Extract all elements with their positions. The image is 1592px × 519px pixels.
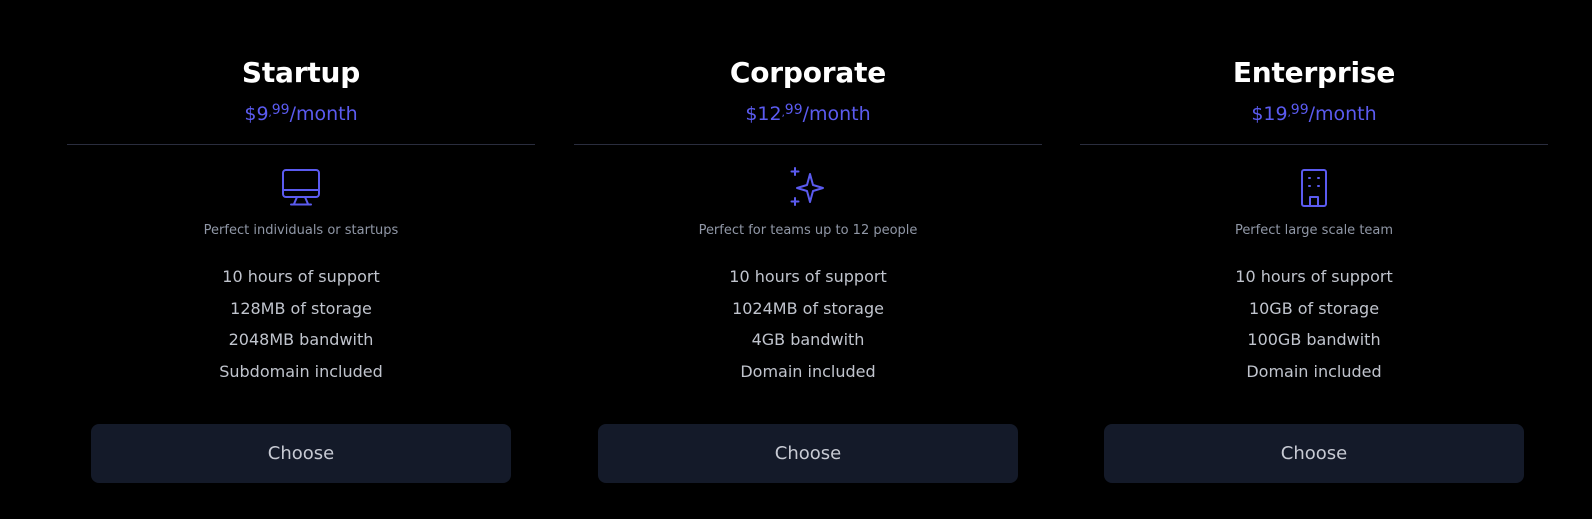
- price-currency: $: [1251, 103, 1264, 125]
- plan-card-startup: Startup $9,99/month Perfect individuals …: [67, 0, 535, 519]
- plan-name: Startup: [241, 56, 361, 89]
- feature-list: 10 hours of support 128MB of storage 204…: [67, 261, 535, 387]
- plan-divider: [1080, 144, 1548, 145]
- plan-name: Enterprise: [1232, 56, 1396, 89]
- feature-item: 10GB of storage: [1248, 298, 1380, 318]
- plan-card-corporate: Corporate $12,99/month Perfect for teams…: [574, 0, 1042, 519]
- feature-item: 2048MB bandwith: [228, 330, 374, 349]
- feature-item: 4GB bandwith: [751, 330, 865, 349]
- monitor-icon: [280, 166, 322, 208]
- plan-divider: [574, 144, 1042, 145]
- plan-card-enterprise: Enterprise $19,99/month Perfect large sc…: [1080, 0, 1548, 519]
- feature-item: 10 hours of support: [222, 267, 380, 286]
- feature-item: Subdomain included: [219, 361, 383, 381]
- price-period: /month: [1308, 103, 1377, 125]
- choose-startup-button[interactable]: Choose: [91, 424, 511, 483]
- plan-description: Perfect large scale team: [1234, 223, 1394, 238]
- plan-price: $9,99/month: [67, 96, 535, 128]
- feature-item: 1024MB of storage: [732, 298, 884, 318]
- price-dollars: 19: [1263, 103, 1288, 125]
- price-dollars: 9: [256, 103, 269, 125]
- choose-enterprise-button[interactable]: Choose: [1104, 424, 1524, 483]
- price-currency: $: [745, 103, 758, 125]
- feature-item: 10 hours of support: [729, 267, 887, 286]
- plan-name: Corporate: [729, 56, 887, 89]
- price-cents: 99: [784, 102, 803, 118]
- feature-list: 10 hours of support 10GB of storage 100G…: [1080, 261, 1548, 387]
- choose-corporate-button[interactable]: Choose: [598, 424, 1018, 483]
- price-cents: 99: [271, 102, 290, 118]
- feature-list: 10 hours of support 1024MB of storage 4G…: [574, 261, 1042, 387]
- feature-item: 100GB bandwith: [1247, 330, 1381, 349]
- price-period: /month: [289, 103, 358, 125]
- sparkles-icon: [787, 166, 829, 208]
- price-dollars: 12: [757, 103, 782, 125]
- feature-item: Domain included: [1246, 361, 1382, 381]
- plan-description: Perfect for teams up to 12 people: [698, 223, 918, 238]
- feature-item: 10 hours of support: [1235, 267, 1393, 286]
- price-period: /month: [802, 103, 871, 125]
- building-icon: [1293, 166, 1335, 208]
- plan-price: $12,99/month: [574, 96, 1042, 128]
- plan-description: Perfect individuals or startups: [203, 223, 399, 238]
- price-cents: 99: [1290, 102, 1309, 118]
- plan-price: $19,99/month: [1080, 96, 1548, 128]
- price-currency: $: [244, 103, 257, 125]
- feature-item: 128MB of storage: [230, 298, 372, 318]
- pricing-section: Startup $9,99/month Perfect individuals …: [0, 0, 1592, 519]
- feature-item: Domain included: [740, 361, 876, 381]
- plan-divider: [67, 144, 535, 145]
